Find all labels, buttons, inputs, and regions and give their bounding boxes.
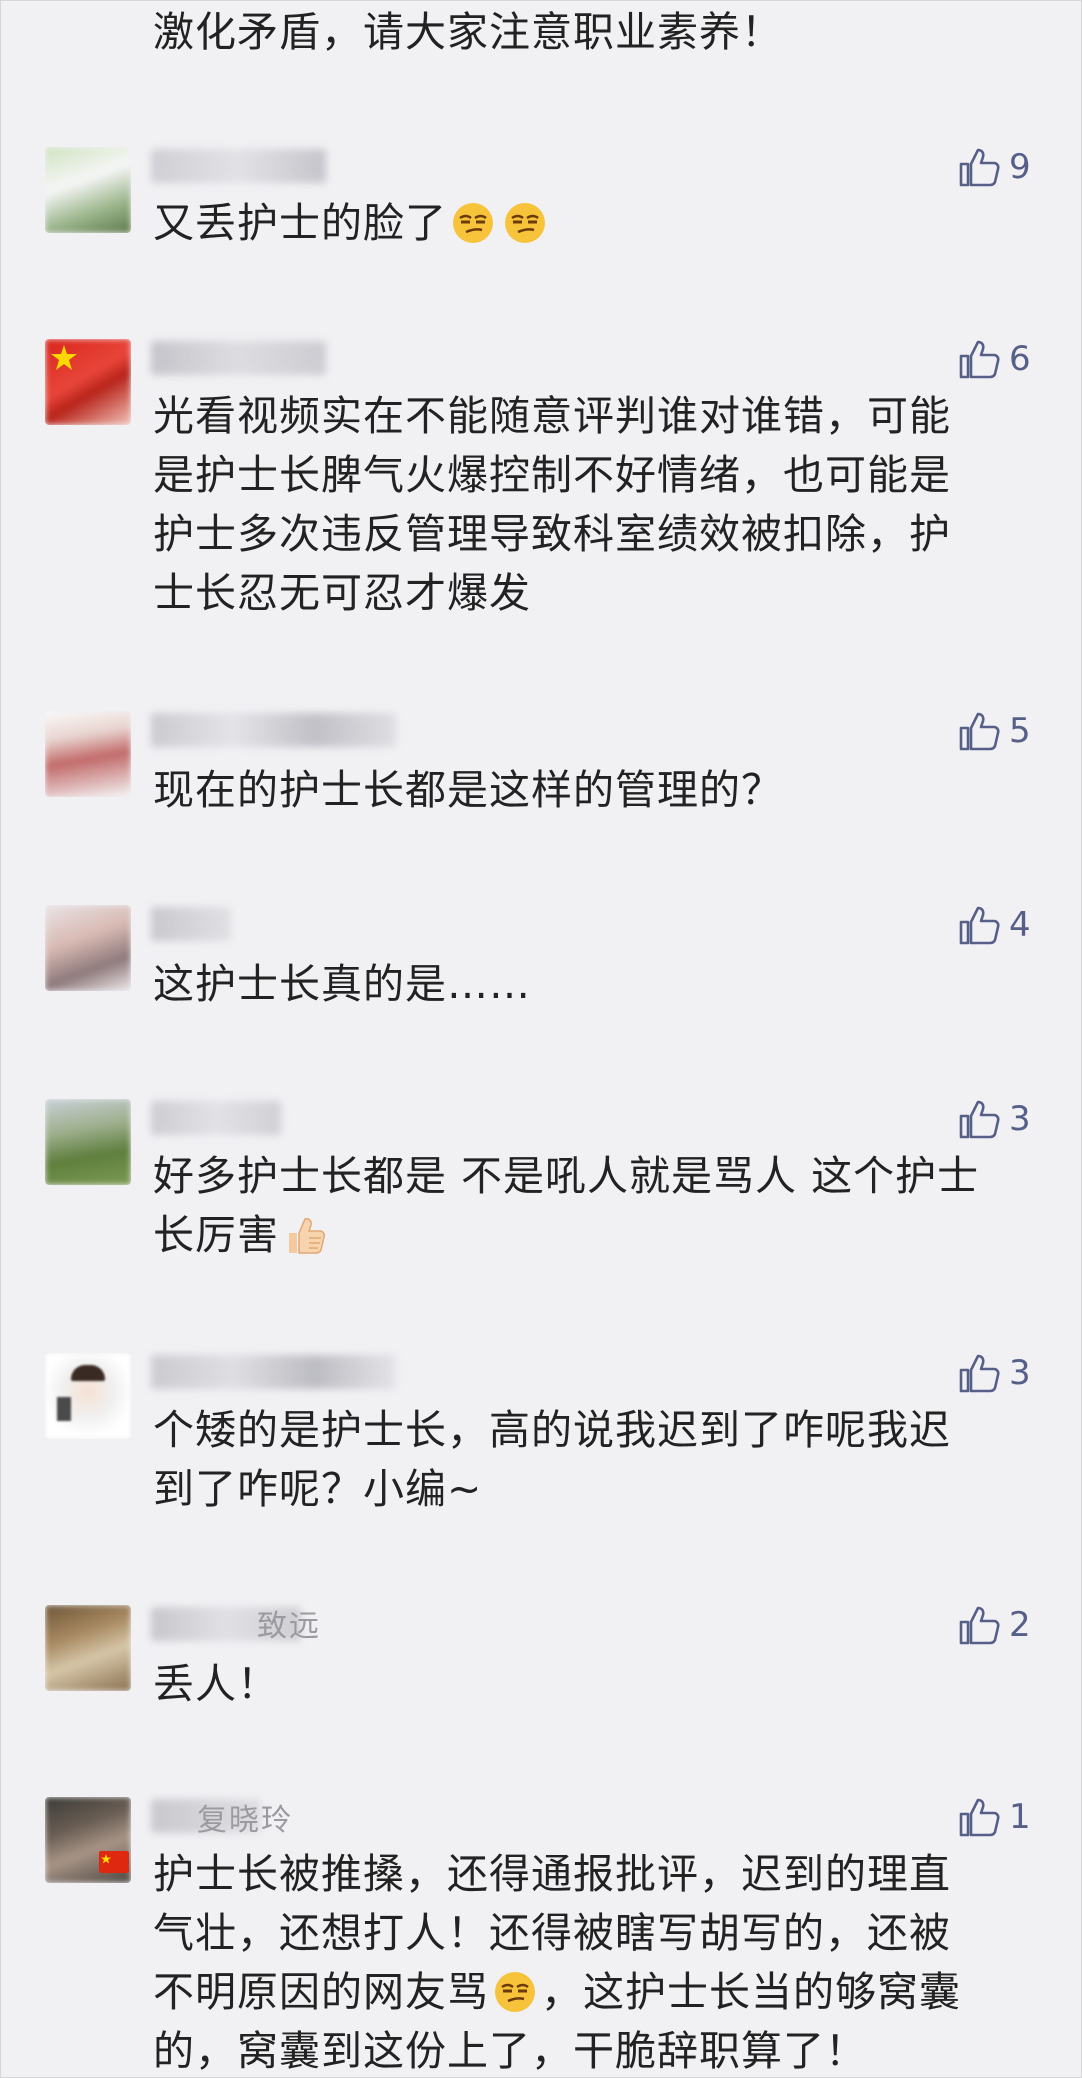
comment-text: 个矮的是护士长，高的说我迟到了咋呢我迟 到了咋呢？小编~: [153, 1406, 951, 1513]
username[interactable]: [151, 1355, 396, 1389]
username[interactable]: [151, 149, 326, 183]
comment-text: 光看视频实在不能随意评判谁对谁错，可能 是护士长脾气火爆控制不好情绪，也可能是 …: [153, 392, 951, 617]
like-button[interactable]: 2: [957, 1603, 1031, 1647]
like-button[interactable]: 5: [957, 709, 1031, 753]
like-count: 5: [1009, 711, 1031, 751]
avatar[interactable]: [45, 1605, 131, 1691]
avatar[interactable]: [45, 711, 131, 797]
comment-text: 又丢护士的脸了: [153, 194, 1033, 253]
avatar[interactable]: [45, 1797, 131, 1883]
avatar[interactable]: [45, 339, 131, 425]
comment-text: 现在的护士长都是这样的管理的？: [153, 766, 783, 814]
like-button[interactable]: 3: [957, 1351, 1031, 1395]
comment-list-screen: 激化矛盾，请大家注意职业素养！ 9 又丢护士的脸了 6 光看视频实在不能随意评判…: [0, 0, 1082, 2078]
smirk-emoji-icon: [505, 203, 545, 243]
thumbs-up-icon: [959, 148, 1000, 187]
like-count: 6: [1009, 339, 1031, 379]
thumbs-up-icon: [959, 1606, 1000, 1645]
comment-text: 好多护士长都是 不是吼人就是骂人 这个护士 长厉害: [153, 1152, 980, 1259]
like-count: 4: [1009, 905, 1031, 945]
avatar-hair: [71, 1365, 105, 1381]
like-count: 2: [1009, 1605, 1031, 1645]
username[interactable]: [151, 341, 326, 375]
username-visible-part[interactable]: 复晓玲: [197, 1795, 293, 1839]
like-count: 9: [1009, 147, 1031, 187]
like-button[interactable]: 9: [957, 145, 1031, 189]
comment-text: 护士长被推搡，还得通报批评，迟到的理直 气壮，还想打人！还得被瞎写胡写的，还被 …: [153, 1850, 961, 2075]
thumbs-up-icon: [959, 1798, 1000, 1837]
smirk-emoji-icon: [495, 1972, 535, 2012]
comment-text: 这护士长真的是……: [153, 960, 531, 1008]
avatar[interactable]: [45, 905, 131, 991]
like-button[interactable]: 6: [957, 337, 1031, 381]
like-count: 1: [1009, 1797, 1031, 1837]
thumbs-up-icon: [959, 1100, 1000, 1139]
username[interactable]: [151, 713, 396, 747]
thumbs-up-icon: [959, 1354, 1000, 1393]
comment-text: 丢人！: [153, 1660, 279, 1708]
china-flag-icon: [99, 1851, 129, 1873]
previous-comment-tail: 激化矛盾，请大家注意职业素养！: [153, 8, 783, 56]
like-button[interactable]: 1: [957, 1795, 1031, 1839]
star-icon: [51, 345, 77, 370]
smirk-emoji-icon: [453, 203, 493, 243]
thumbs-up-icon: [959, 906, 1000, 945]
thumbs-up-icon: [959, 712, 1000, 751]
thumbs-up-emoji-icon: [289, 1218, 325, 1254]
username[interactable]: [151, 907, 231, 941]
thumbs-up-icon: [959, 340, 1000, 379]
like-count: 3: [1009, 1353, 1031, 1393]
username[interactable]: [151, 1101, 281, 1135]
username-visible-part[interactable]: 致远: [257, 1601, 321, 1645]
like-button[interactable]: 3: [957, 1097, 1031, 1141]
avatar-block: [57, 1397, 71, 1421]
like-count: 3: [1009, 1099, 1031, 1139]
avatar[interactable]: [45, 1353, 131, 1439]
like-button[interactable]: 4: [957, 903, 1031, 947]
avatar[interactable]: [45, 1099, 131, 1185]
avatar[interactable]: [45, 147, 131, 233]
